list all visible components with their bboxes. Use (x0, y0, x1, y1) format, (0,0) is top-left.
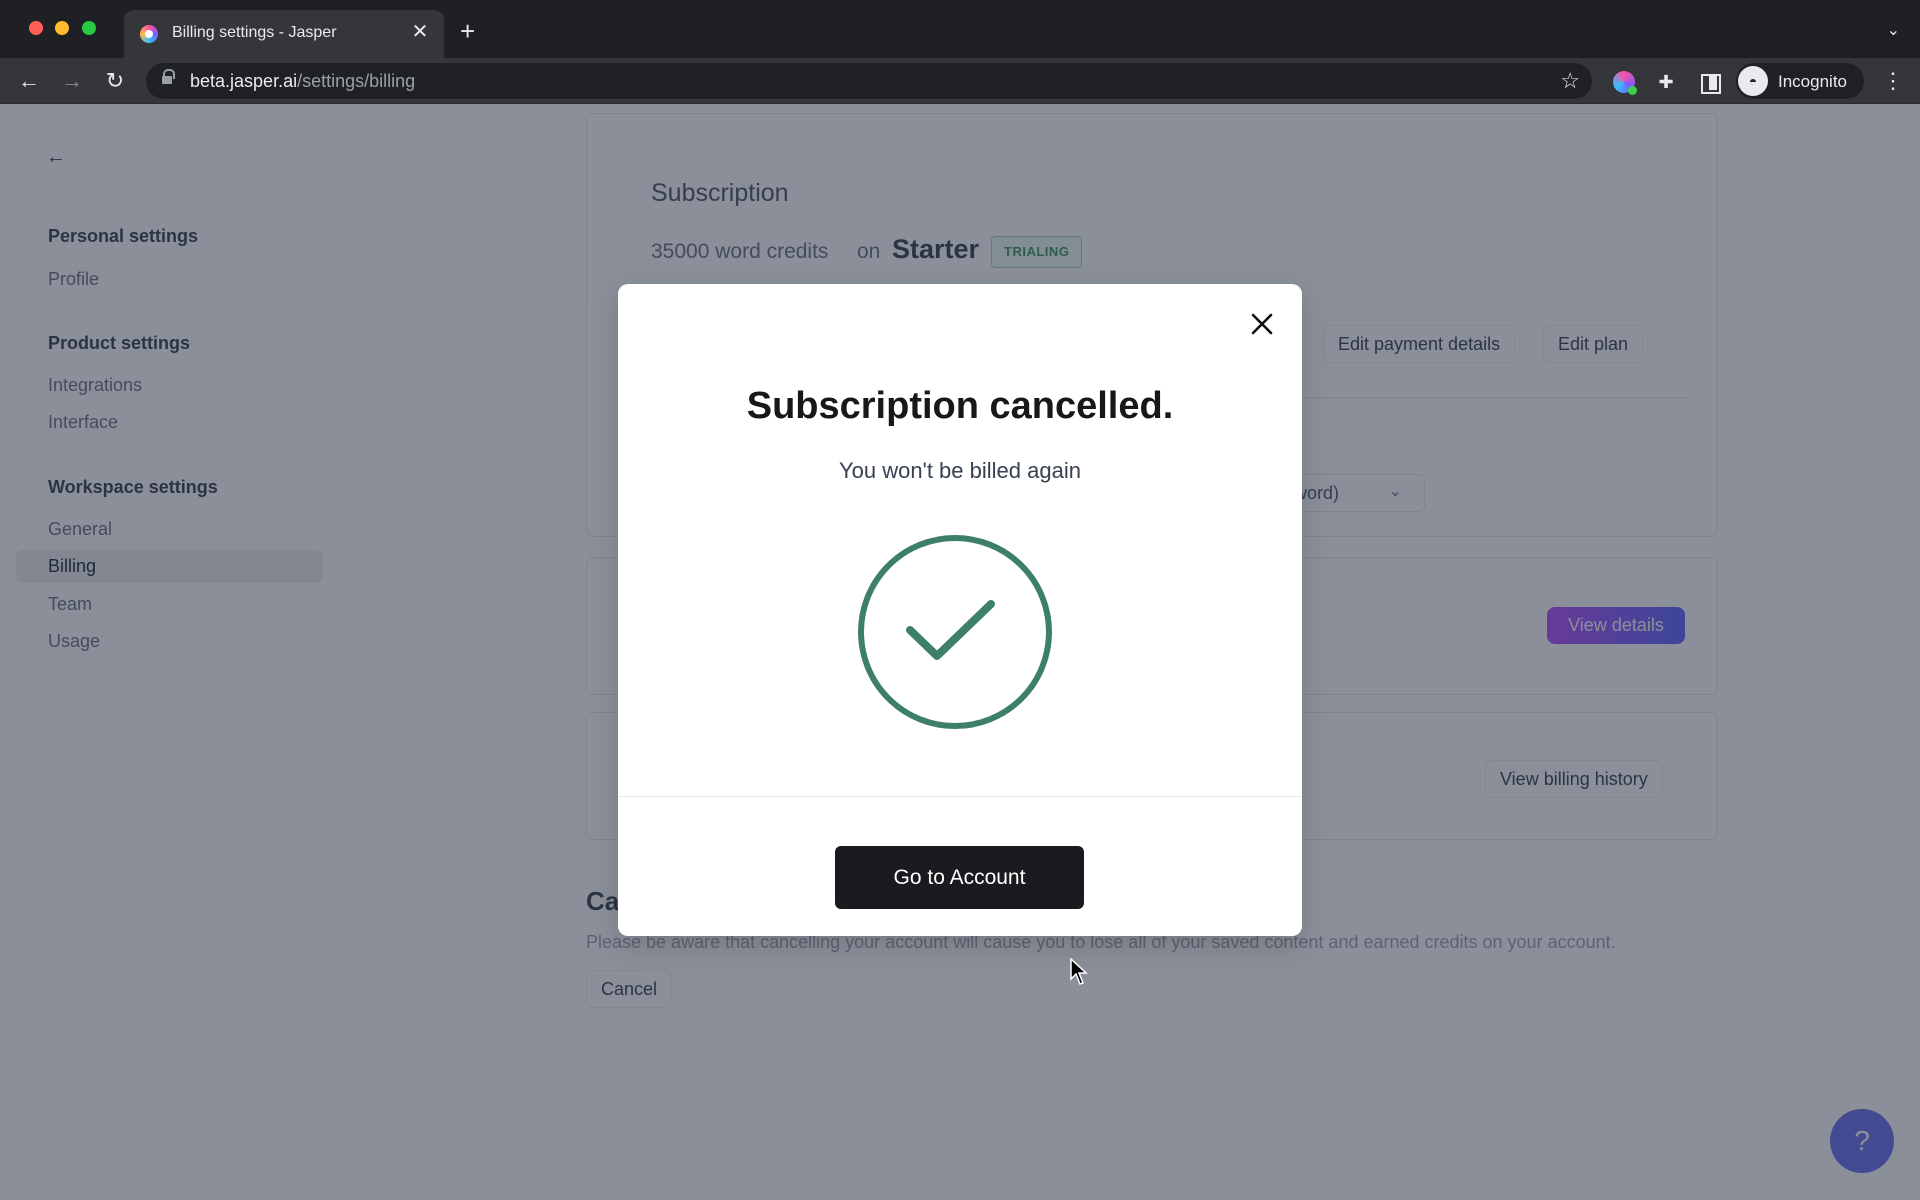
modal-title: Subscription cancelled. (746, 385, 1174, 427)
incognito-profile-button[interactable]: ◓ Incognito (1736, 63, 1864, 99)
browser-toolbar: ← → ↻ beta.jasper.ai/settings/billing ☆ … (0, 58, 1920, 104)
tab-close-icon[interactable]: ✕ (408, 20, 432, 44)
jasper-favicon-icon (140, 25, 158, 43)
url-path: /settings/billing (297, 71, 416, 91)
bookmark-star-icon[interactable]: ☆ (1560, 68, 1580, 94)
tab-search-chevron-icon[interactable]: ⌄ (1887, 20, 1900, 40)
close-icon[interactable] (1248, 310, 1276, 338)
modal-subtitle: You won't be billed again (839, 458, 1081, 483)
extensions-puzzle-icon[interactable]: ✚ (1655, 71, 1677, 93)
back-arrow-icon[interactable]: ← (15, 67, 43, 95)
window-maximize-button[interactable] (82, 21, 96, 35)
subscription-cancelled-modal: Subscription cancelled. You won't be bil… (618, 284, 1302, 936)
side-panel-icon[interactable] (1698, 71, 1721, 94)
window-minimize-button[interactable] (55, 21, 69, 35)
forward-arrow-icon[interactable]: → (58, 67, 86, 95)
browser-tab-active[interactable]: Billing settings - Jasper ✕ (124, 10, 444, 58)
jasper-extension-icon[interactable] (1613, 71, 1637, 95)
browser-tab-bar: Billing settings - Jasper ✕ + ⌄ (0, 0, 1920, 58)
incognito-icon: ◓ (1738, 66, 1768, 96)
modal-divider (618, 796, 1302, 797)
browser-menu-kebab-icon[interactable]: ⋮ (1882, 67, 1904, 95)
success-check-circle-icon (858, 535, 1052, 729)
mouse-cursor-icon (1070, 958, 1088, 985)
incognito-label: Incognito (1778, 72, 1847, 91)
lock-icon[interactable] (162, 69, 175, 86)
reload-icon[interactable]: ↻ (101, 67, 129, 95)
new-tab-plus-icon[interactable]: + (460, 18, 475, 44)
go-to-account-button[interactable]: Go to Account (835, 846, 1084, 909)
url-text: beta.jasper.ai/settings/billing (190, 71, 415, 92)
address-bar[interactable]: beta.jasper.ai/settings/billing ☆ (146, 63, 1592, 99)
tab-title: Billing settings - Jasper (172, 24, 337, 41)
window-close-button[interactable] (29, 21, 43, 35)
url-host: beta.jasper.ai (190, 71, 298, 91)
